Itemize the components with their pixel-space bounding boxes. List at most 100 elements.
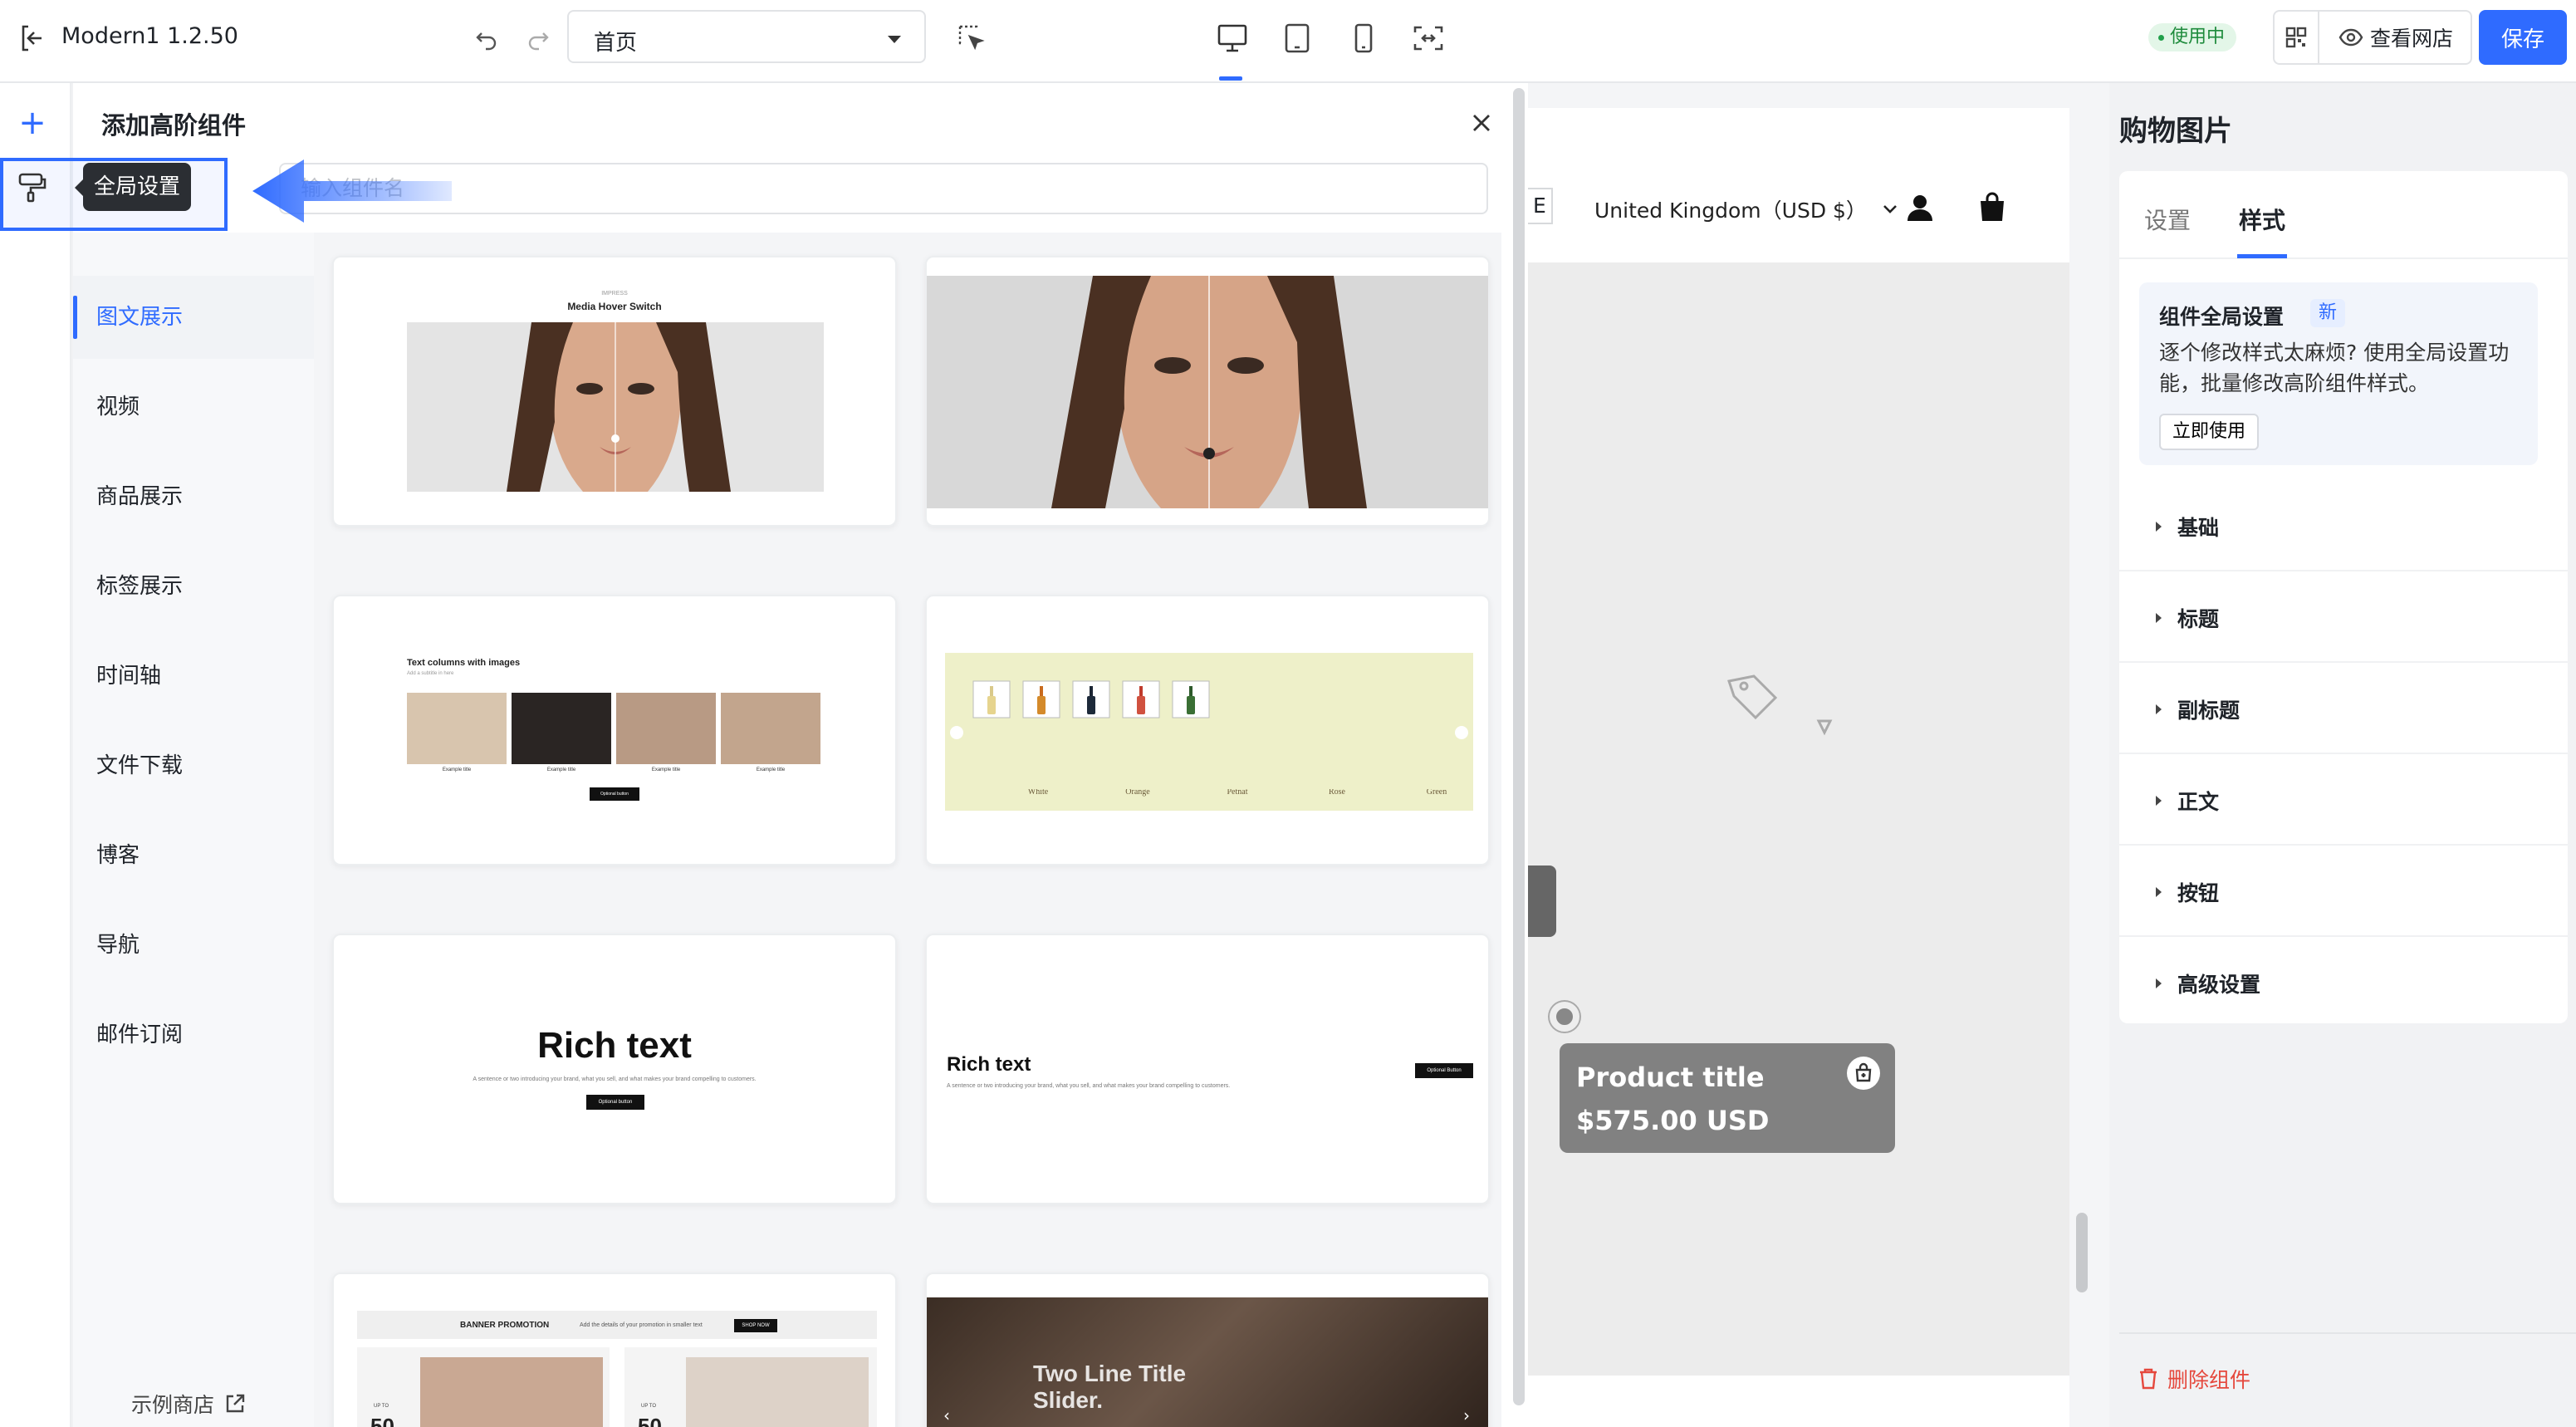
category-item[interactable]: 导航 bbox=[73, 904, 314, 987]
component-card-rich-text-centered[interactable]: Rich text A sentence or two introducing … bbox=[332, 934, 897, 1204]
chevron-down-icon bbox=[1883, 205, 1897, 213]
active-device-indicator bbox=[1219, 76, 1242, 81]
section-handle[interactable] bbox=[1528, 866, 1556, 937]
add-component-icon[interactable]: + bbox=[14, 106, 51, 143]
category-item[interactable]: 博客 bbox=[73, 814, 314, 897]
section-heading[interactable]: 标题 bbox=[2119, 573, 2568, 663]
component-card-media-hover[interactable]: IMPRESS Media Hover Switch bbox=[332, 256, 897, 527]
category-item[interactable]: 文件下载 bbox=[73, 724, 314, 807]
settings-card: 设置 样式 组件全局设置 新 逐个修改样式太麻烦? 使用全局设置功能，批量修改高… bbox=[2119, 171, 2568, 1023]
preview-title: Rich text bbox=[947, 1053, 1031, 1076]
product-price: $575.00 USD bbox=[1576, 1105, 1770, 1136]
tab-style[interactable]: 样式 bbox=[2239, 203, 2285, 236]
component-card-slider[interactable]: Two Line Title Slider. ‹ › bbox=[925, 1273, 1490, 1427]
notice-title: 组件全局设置 bbox=[2159, 305, 2285, 329]
redo-icon[interactable] bbox=[520, 20, 556, 56]
left-rail: + bbox=[0, 83, 71, 1427]
element-select-icon[interactable] bbox=[953, 20, 990, 56]
delete-component-button[interactable]: 删除组件 bbox=[2138, 1364, 2250, 1394]
trash-icon bbox=[2140, 1368, 2157, 1390]
component-grid: IMPRESS Media Hover Switch Text columns … bbox=[314, 233, 1501, 1427]
chevron-down-icon bbox=[888, 36, 901, 43]
section-label: 标题 bbox=[2177, 607, 2220, 631]
tab-divider bbox=[2119, 257, 2568, 259]
paint-brush-icon[interactable] bbox=[13, 168, 51, 206]
account-icon[interactable] bbox=[1905, 193, 1935, 226]
shoppable-image-section[interactable]: Product title $575.00 USD bbox=[1528, 262, 2069, 1376]
preview-image bbox=[407, 693, 507, 764]
add-component-panel: 添加高阶组件 输入组件名 图文展示 视频 商品展示 标签展示 时间轴 文件下载 … bbox=[73, 83, 1528, 1427]
tablet-view-icon[interactable] bbox=[1279, 20, 1315, 56]
component-card-text-columns[interactable]: Text columns with images Add a subtitle … bbox=[332, 595, 897, 866]
preview-face-image-large bbox=[927, 276, 1488, 508]
preview-title: Rich text bbox=[537, 1025, 692, 1066]
component-search-input[interactable]: 输入组件名 bbox=[279, 163, 1488, 214]
undo-icon[interactable] bbox=[468, 20, 505, 56]
partial-header-text: E bbox=[1528, 188, 1553, 224]
chevron-right-icon: › bbox=[1463, 1405, 1470, 1425]
section-basic[interactable]: 基础 bbox=[2119, 482, 2568, 571]
active-tab-indicator bbox=[2237, 254, 2287, 258]
preview-banner-cta: SHOP NOW bbox=[734, 1319, 777, 1332]
caret-right-icon bbox=[2156, 613, 2162, 623]
category-item[interactable]: 图文展示 bbox=[73, 276, 314, 359]
region-selector[interactable]: United Kingdom（USD $） bbox=[1594, 194, 1898, 224]
cart-bag-icon[interactable] bbox=[1978, 191, 2006, 226]
close-icon[interactable] bbox=[1465, 106, 1498, 140]
preview-image bbox=[686, 1357, 869, 1427]
component-card-rich-text-left[interactable]: Rich text A sentence or two introducing … bbox=[925, 934, 1490, 1204]
global-settings-tooltip: 全局设置 bbox=[75, 163, 191, 211]
store-actions-group: 查看网店 bbox=[2273, 10, 2472, 65]
external-link-icon bbox=[226, 1394, 245, 1413]
product-hotspot-card[interactable]: Product title $575.00 USD bbox=[1560, 1043, 1895, 1153]
use-now-button[interactable]: 立即使用 bbox=[2159, 414, 2260, 450]
preview-title: Media Hover Switch bbox=[567, 301, 662, 312]
qr-code-icon[interactable] bbox=[2275, 12, 2319, 63]
category-item[interactable]: 时间轴 bbox=[73, 635, 314, 718]
example-store-label: 示例商店 bbox=[131, 1393, 215, 1417]
section-subheading[interactable]: 副标题 bbox=[2119, 664, 2568, 754]
preview-image bbox=[512, 693, 611, 764]
preview-button: Optional Button bbox=[1415, 1063, 1473, 1078]
preview-caption: Example title bbox=[546, 767, 576, 772]
footer-divider bbox=[2119, 1332, 2576, 1334]
save-button[interactable]: 保存 bbox=[2479, 10, 2567, 65]
caret-right-icon bbox=[2156, 796, 2162, 806]
preview-up-to: UP TO bbox=[374, 1404, 389, 1409]
region-label: United Kingdom（USD $） bbox=[1594, 199, 1867, 223]
example-store-link[interactable]: 示例商店 bbox=[131, 1389, 246, 1419]
panel-scrollbar[interactable] bbox=[1513, 88, 1525, 1405]
category-item[interactable]: 邮件订阅 bbox=[73, 993, 314, 1076]
desktop-view-icon[interactable] bbox=[1214, 20, 1251, 56]
add-to-cart-icon[interactable] bbox=[1847, 1057, 1880, 1090]
section-advanced[interactable]: 高级设置 bbox=[2119, 939, 2568, 1028]
tag-placeholder-icon bbox=[1727, 674, 1833, 736]
app-title: Modern1 1.2.50 bbox=[61, 23, 238, 49]
section-button[interactable]: 按钮 bbox=[2119, 847, 2568, 937]
section-label: 按钮 bbox=[2177, 881, 2220, 905]
preview-banner-desc: Add the details of your promotion in sma… bbox=[580, 1322, 703, 1328]
preview-caption: Example title bbox=[651, 767, 681, 772]
panel-title: 购物图片 bbox=[2119, 115, 2232, 148]
preview-up-to: UP TO bbox=[641, 1404, 657, 1409]
view-store-button[interactable]: 查看网店 bbox=[2321, 12, 2471, 63]
new-badge: 新 bbox=[2310, 299, 2346, 327]
section-label: 基础 bbox=[2177, 516, 2220, 540]
component-card-image-compare[interactable] bbox=[925, 256, 1490, 527]
section-body[interactable]: 正文 bbox=[2119, 756, 2568, 846]
delete-label: 删除组件 bbox=[2167, 1368, 2251, 1392]
mobile-view-icon[interactable] bbox=[1345, 20, 1382, 56]
category-item[interactable]: 标签展示 bbox=[73, 545, 314, 628]
preview-caption: Example title bbox=[442, 767, 472, 772]
fullscreen-icon[interactable] bbox=[1410, 20, 1447, 56]
exit-editor-icon[interactable] bbox=[17, 22, 50, 55]
category-item[interactable]: 商品展示 bbox=[73, 455, 314, 538]
component-card-banner-promotion[interactable]: BANNER PROMOTION Add the details of your… bbox=[332, 1273, 897, 1427]
canvas-scrollbar[interactable] bbox=[2076, 1213, 2088, 1292]
tab-settings[interactable]: 设置 bbox=[2144, 203, 2191, 236]
page-select[interactable]: 首页 bbox=[567, 10, 926, 63]
component-card-product-carousel[interactable]: White Orange Petnat Rosé Green bbox=[925, 595, 1490, 866]
category-item[interactable]: 视频 bbox=[73, 365, 314, 449]
hotspot-marker[interactable] bbox=[1550, 1002, 1579, 1032]
caret-right-icon bbox=[2156, 978, 2162, 988]
